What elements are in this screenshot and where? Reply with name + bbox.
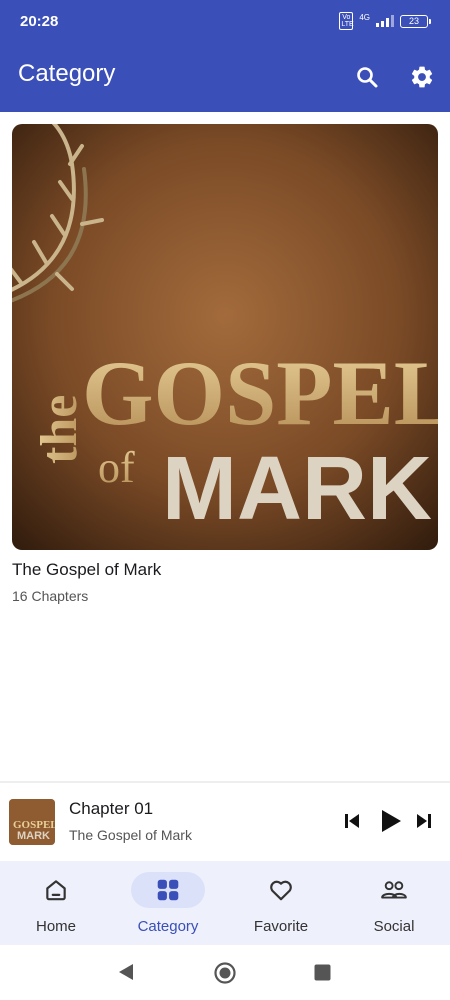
- nav-item-favorite[interactable]: Favorite: [225, 861, 337, 945]
- back-triangle-icon: [119, 964, 133, 980]
- settings-button[interactable]: [407, 62, 437, 92]
- skip-previous-button[interactable]: [342, 809, 362, 833]
- play-icon: [382, 810, 401, 832]
- category-grid-icon: [157, 879, 179, 901]
- nav-item-home[interactable]: Home: [0, 861, 112, 945]
- cover-text-mark: MARK: [162, 439, 432, 539]
- cover-image: the GOSPEL of MARK: [12, 124, 438, 550]
- bottom-navigation: Home Category Favorite Social: [0, 861, 450, 945]
- category-card[interactable]: the GOSPEL of MARK The Gospel of Mark 16…: [12, 124, 438, 604]
- play-button[interactable]: [375, 806, 405, 836]
- search-icon: [357, 67, 378, 88]
- search-button[interactable]: [352, 62, 382, 92]
- app-bar: Category: [0, 40, 450, 112]
- volte-icon: Vo LTE: [339, 12, 354, 30]
- nav-label-home: Home: [35, 918, 76, 935]
- battery-level: 23: [408, 15, 419, 26]
- people-icon: [381, 881, 407, 899]
- player-thumbnail: GOSPEL MARK: [9, 799, 55, 845]
- status-bar: 20:28 Vo LTE 4G 23: [0, 0, 450, 40]
- nav-item-social[interactable]: Social: [338, 861, 450, 945]
- nav-pill-home: [19, 872, 93, 908]
- category-title: The Gospel of Mark: [12, 560, 162, 579]
- skip-next-button[interactable]: [414, 809, 434, 833]
- signal-icon: [376, 15, 394, 27]
- system-recents-button[interactable]: [314, 964, 331, 986]
- cover-text-the: the: [31, 395, 88, 464]
- system-navigation: [0, 945, 450, 1000]
- player-subtitle: The Gospel of Mark: [69, 827, 192, 843]
- home-icon: [46, 880, 66, 901]
- status-time: 20:28: [20, 13, 59, 30]
- nav-item-category[interactable]: Category: [112, 861, 224, 945]
- player-title: Chapter 01: [69, 799, 154, 818]
- recents-square-icon: [314, 964, 331, 981]
- cover-text-of: of: [98, 443, 135, 492]
- nav-label-category: Category: [137, 918, 199, 935]
- network-type: 4G: [359, 12, 370, 22]
- svg-text:MARK: MARK: [17, 830, 50, 842]
- system-back-button[interactable]: [117, 962, 135, 987]
- cover-text-gospel: GOSPEL: [82, 342, 438, 444]
- nav-label-favorite: Favorite: [253, 918, 309, 935]
- system-home-button[interactable]: [213, 961, 237, 990]
- nav-pill-category: [131, 872, 205, 908]
- battery-icon: 23: [400, 14, 431, 28]
- mini-player[interactable]: GOSPEL MARK Chapter 01 The Gospel of Mar…: [0, 783, 450, 861]
- home-circle-icon: [214, 962, 236, 984]
- page-title: Category: [18, 60, 116, 87]
- status-icons: Vo LTE 4G 23: [339, 12, 431, 30]
- heart-icon: [270, 880, 292, 901]
- category-subtitle: 16 Chapters: [12, 588, 89, 604]
- nav-label-social: Social: [373, 918, 415, 935]
- nav-pill-social: [357, 872, 431, 908]
- settings-icon: [411, 66, 433, 88]
- nav-pill-favorite: [244, 872, 318, 908]
- skip-next-icon: [417, 814, 431, 828]
- skip-previous-icon: [345, 814, 359, 828]
